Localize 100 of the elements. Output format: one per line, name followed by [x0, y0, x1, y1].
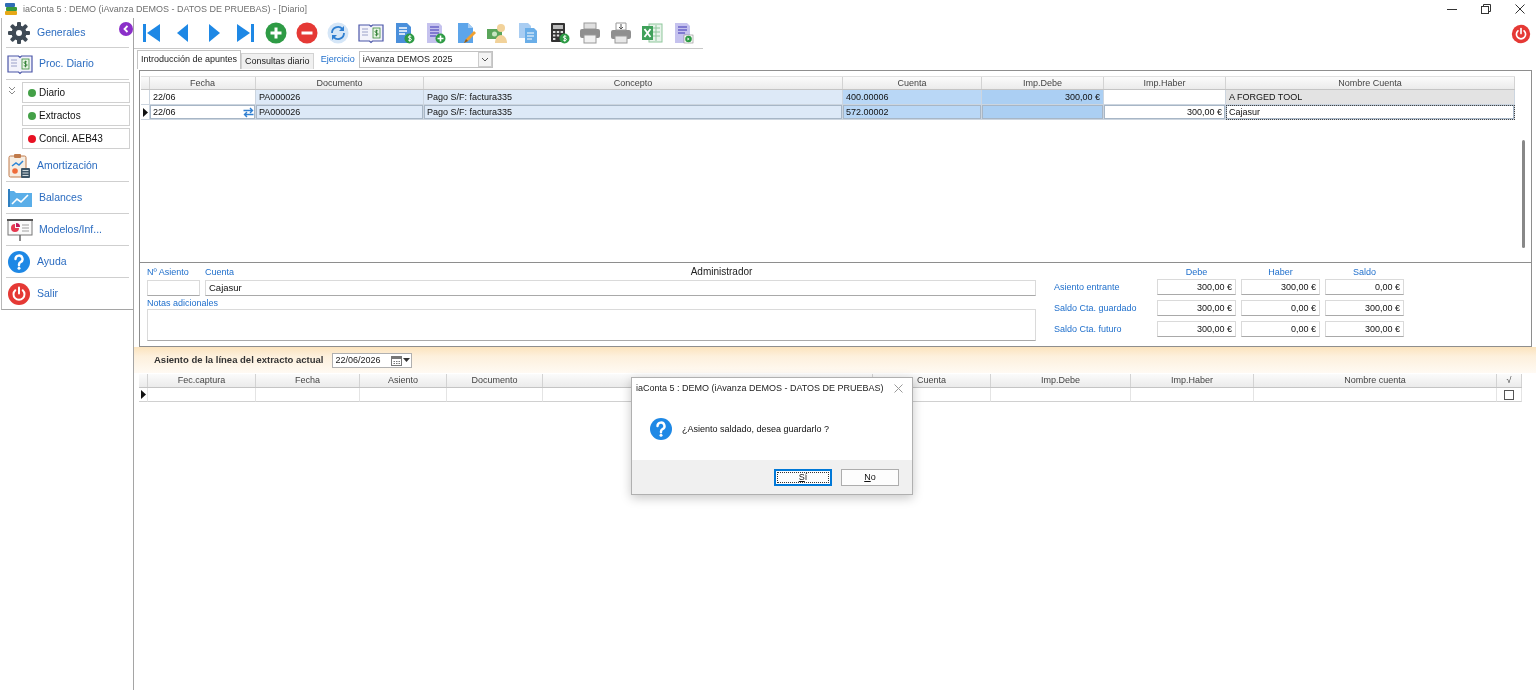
dialog-button[interactable]: No — [841, 468, 899, 486]
field-label: Cuenta — [205, 266, 235, 278]
sidebar-item[interactable]: Modelos/Inf... — [6, 214, 129, 246]
exercise-select[interactable]: iAvanza DEMOS 2025 — [358, 50, 493, 68]
table-cell: PA000026 — [256, 105, 424, 120]
amount-field[interactable]: 0,00 € — [1325, 279, 1404, 295]
sidebar-subitem[interactable]: Extractos — [22, 105, 130, 126]
skip-end-icon[interactable] — [234, 22, 256, 44]
refresh-icon[interactable] — [327, 22, 349, 44]
amount-field[interactable]: 300,00 € — [1157, 321, 1236, 337]
calculator-icon[interactable] — [548, 22, 570, 44]
user-name: Administrador — [689, 266, 754, 278]
amount-field[interactable]: 300,00 € — [1325, 321, 1404, 337]
date-field[interactable]: 22/06/2026 — [332, 352, 413, 368]
tab[interactable]: Consultas diario — [241, 53, 314, 69]
column-header: √ — [1497, 374, 1522, 387]
entry-number-field[interactable] — [147, 280, 200, 296]
table-cell: A FORGED TOOL — [1226, 90, 1515, 105]
sidebar-item[interactable]: Proc. Diario — [6, 48, 129, 80]
table-cell: Cajasur — [1226, 105, 1515, 120]
minus-circle-icon[interactable] — [296, 22, 318, 44]
document-pencil-icon[interactable] — [455, 22, 477, 44]
notes-field[interactable] — [147, 309, 1036, 341]
cell-editor[interactable]: 22/06 — [150, 105, 256, 120]
close-icon[interactable] — [1515, 4, 1525, 14]
list-badge-icon[interactable] — [672, 22, 694, 44]
table-cell: PA000026 — [256, 90, 424, 105]
column-header: Documento — [256, 77, 424, 89]
checkbox[interactable] — [1504, 389, 1514, 400]
tab[interactable]: Introducción de apuntes — [137, 50, 242, 69]
column-header: Imp.Haber — [1131, 374, 1254, 387]
books-icon — [4, 2, 18, 16]
column-header: Fecha — [256, 374, 360, 387]
amount-field[interactable]: 300,00 € — [1157, 279, 1236, 295]
column-header: Fec.captura — [148, 374, 256, 387]
dialog-button[interactable]: Sí — [774, 468, 832, 486]
cash-person-icon[interactable] — [486, 22, 508, 44]
table-cell: Pago S/F: factura335 — [424, 105, 843, 120]
power-icon — [7, 281, 31, 306]
field-label: Saldo Cta. guardado — [1053, 302, 1138, 314]
printer-icon[interactable] — [610, 22, 632, 44]
chevron-down-icon — [477, 51, 492, 67]
column-header: Cuenta — [843, 77, 982, 89]
section-title: Asiento de la línea del extracto actual — [154, 354, 324, 366]
field-label: Nº Asiento — [147, 266, 190, 278]
power-icon[interactable] — [1511, 23, 1531, 44]
scrollbar-thumb[interactable] — [1522, 140, 1525, 248]
column-header: Haber — [1267, 266, 1294, 278]
column-header: Documento — [447, 374, 543, 387]
row-pointer-icon — [142, 107, 148, 117]
collapse-icon[interactable] — [119, 22, 133, 36]
caret-icon[interactable] — [403, 358, 411, 362]
sidebar-subitem[interactable]: Concil. AEB43 — [22, 128, 130, 149]
account-field[interactable]: Cajasur — [205, 280, 1036, 296]
column-header: Debe — [1184, 266, 1209, 278]
window-title: iaConta 5 : DEMO (iAvanza DEMOS - DATOS DE PRUEBAS) - [Diario] — [23, 3, 308, 15]
line-chart-icon — [7, 186, 33, 209]
sidebar-item[interactable]: Amortización — [6, 150, 129, 182]
amount-field[interactable]: 300,00 € — [1325, 300, 1404, 316]
ledger-icon[interactable] — [358, 22, 384, 44]
copy-icon[interactable] — [517, 22, 539, 44]
amount-field[interactable]: 300,00 € — [1157, 300, 1236, 316]
calendar-icon[interactable] — [391, 354, 403, 366]
column-header: Asiento — [360, 374, 447, 387]
field-label: Asiento entrante — [1053, 281, 1121, 293]
document-dollar-icon[interactable] — [393, 22, 415, 44]
amount-field[interactable]: 0,00 € — [1241, 300, 1320, 316]
restore-icon[interactable] — [1481, 4, 1491, 14]
printer-icon[interactable] — [579, 22, 601, 44]
table-cell: Pago S/F: factura335 — [424, 90, 843, 105]
list-plus-icon[interactable] — [424, 22, 446, 44]
column-header: Saldo — [1352, 266, 1377, 278]
swap-icon[interactable] — [242, 105, 255, 119]
column-header: Fecha — [150, 77, 256, 89]
column-header: Nombre Cuenta — [1226, 77, 1515, 89]
ledger-icon — [7, 52, 33, 75]
table-cell: 400.00006 — [843, 90, 982, 105]
row-pointer-icon — [140, 390, 146, 399]
spreadsheet-icon[interactable] — [641, 22, 663, 44]
table-cell: 22/06 — [150, 90, 256, 105]
gear-icon — [7, 20, 31, 45]
presentation-icon — [7, 217, 33, 242]
table-cell: 300,00 € — [982, 90, 1104, 105]
skip-start-icon[interactable] — [141, 22, 163, 44]
table-cell: 300,00 € — [1104, 105, 1226, 120]
field-label: Notas adicionales — [147, 296, 219, 309]
sidebar-item[interactable]: Salir — [6, 278, 129, 309]
dialog-message: ¿Asiento saldado, desea guardarlo ? — [682, 423, 830, 435]
amount-field[interactable]: 300,00 € — [1241, 279, 1320, 295]
sidebar-subitem[interactable]: Diario — [22, 82, 130, 103]
double-chevron-icon[interactable] — [8, 86, 16, 95]
column-header: Imp.Haber — [1104, 77, 1226, 89]
sidebar-item[interactable]: Balances — [6, 182, 129, 214]
column-header: Concepto — [424, 77, 843, 89]
clipboard-chart-icon — [7, 152, 31, 179]
field-label: Saldo Cta. futuro — [1053, 323, 1123, 335]
table-cell: 572.00002 — [843, 105, 982, 120]
amount-field[interactable]: 0,00 € — [1241, 321, 1320, 337]
plus-circle-icon[interactable] — [265, 22, 287, 44]
sidebar-item[interactable]: Ayuda — [6, 246, 129, 278]
